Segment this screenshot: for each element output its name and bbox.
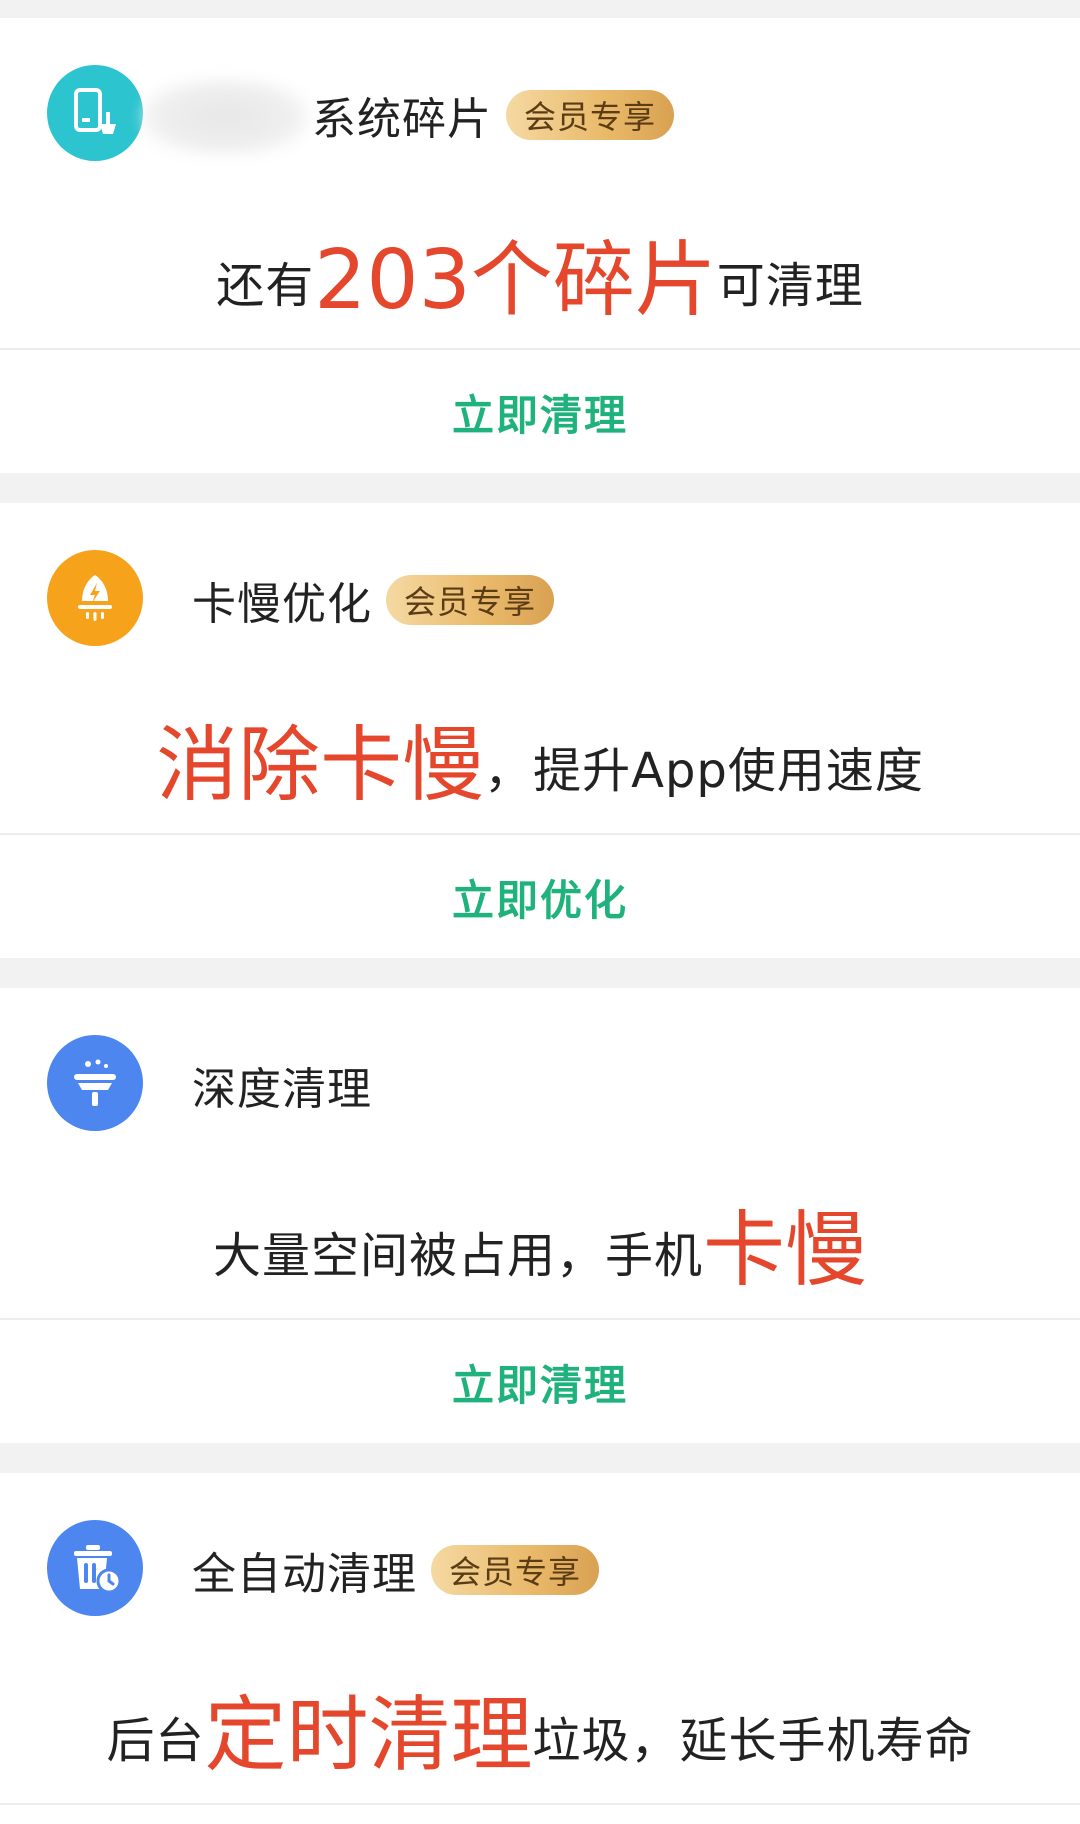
divider (0, 1803, 1080, 1805)
headline-prefix: 后台 (106, 1713, 205, 1769)
headline-suffix: ，提升App使用速度 (484, 743, 924, 799)
card-title: 系统碎片 (312, 94, 492, 145)
card-system-fragments: 系统碎片 会员专享 还有203个碎片可清理 立即清理 (0, 18, 1080, 473)
card-deep-clean: 深度清理 大量空间被占用，手机卡慢 立即清理 (0, 988, 1080, 1443)
headline-prefix: 还有 (216, 258, 315, 314)
card-headline: 还有203个碎片可清理 (0, 213, 1080, 332)
card-title: 深度清理 (192, 1064, 372, 1115)
vip-badge: 会员专享 (506, 90, 675, 140)
vip-badge: 会员专享 (431, 1545, 600, 1595)
rocket-icon (47, 550, 143, 646)
card-title: 全自动清理 (192, 1549, 417, 1600)
trash-clock-icon (47, 1520, 143, 1616)
phone-broom-icon (47, 65, 143, 161)
vip-badge: 会员专享 (386, 575, 555, 625)
card-header: 全自动清理 会员专享 (192, 1540, 600, 1600)
clean-now-button[interactable]: 立即清理 (0, 350, 1080, 474)
optimize-now-button[interactable]: 立即优化 (0, 835, 1080, 959)
headline-highlight: 消除卡慢 (156, 718, 485, 813)
card-auto-clean: 全自动清理 会员专享 后台定时清理垃圾，延长手机寿命 (0, 1473, 1080, 1824)
headline-highlight: 卡慢 (703, 1203, 868, 1298)
headline-suffix: 垃圾，延长手机寿命 (532, 1713, 974, 1769)
broom-sparkle-icon (47, 1035, 143, 1131)
card-header: 深度清理 (192, 1055, 372, 1115)
card-headline: 大量空间被占用，手机卡慢 (0, 1183, 1080, 1302)
card-header: 卡慢优化 会员专享 (192, 570, 555, 630)
headline-suffix: 可清理 (716, 258, 864, 314)
card-headline: 后台定时清理垃圾，延长手机寿命 (0, 1668, 1080, 1787)
card-headline: 消除卡慢，提升App使用速度 (0, 698, 1080, 817)
headline-highlight: 203个碎片 (314, 233, 717, 328)
card-header: 系统碎片 会员专享 (312, 85, 675, 145)
clean-now-button[interactable]: 立即清理 (0, 1320, 1080, 1444)
headline-highlight: 定时清理 (204, 1688, 533, 1783)
headline-prefix: 大量空间被占用，手机 (212, 1228, 703, 1284)
card-title: 卡慢优化 (192, 579, 372, 630)
card-lag-optimize: 卡慢优化 会员专享 消除卡慢，提升App使用速度 立即优化 (0, 503, 1080, 958)
obscured-region (140, 78, 310, 156)
